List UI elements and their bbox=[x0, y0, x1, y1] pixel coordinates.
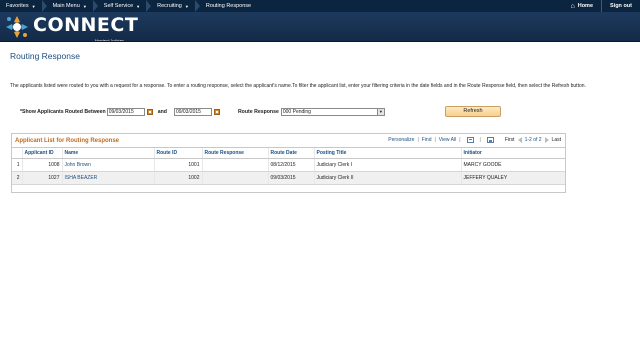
last-label[interactable]: Last bbox=[552, 137, 561, 143]
download-grid-icon[interactable] bbox=[486, 137, 494, 143]
connect-logo-icon bbox=[6, 16, 28, 38]
date-to-input[interactable]: 09/03/2015 bbox=[173, 108, 212, 116]
divider: | bbox=[459, 137, 461, 143]
divider: | bbox=[434, 137, 436, 143]
and-label: and bbox=[157, 109, 167, 115]
refresh-button[interactable]: Refresh bbox=[445, 106, 501, 117]
calendar-icon[interactable] bbox=[146, 109, 153, 115]
filter-row: *Show Applicants Routed Between 09/03/20… bbox=[20, 107, 385, 117]
menu-main-menu[interactable]: Main Menu ▼ bbox=[47, 0, 93, 12]
name-cell: John Brown bbox=[61, 158, 154, 172]
view-all-link[interactable]: View All bbox=[439, 137, 456, 143]
calendar-icon[interactable] bbox=[213, 109, 220, 115]
grid-navigation: Personalize | Find | View All | | First … bbox=[388, 137, 561, 143]
divider: | bbox=[417, 137, 419, 143]
route-response-cell bbox=[201, 171, 268, 185]
divider: | bbox=[479, 137, 481, 143]
menu-self-service[interactable]: Self Service ▼ bbox=[98, 0, 146, 12]
caret-down-icon: ▼ bbox=[82, 3, 87, 9]
find-link[interactable]: Find bbox=[422, 137, 432, 143]
breadcrumb-routing-response[interactable]: Routing Response bbox=[200, 0, 257, 12]
home-label: Home bbox=[577, 3, 593, 9]
header-applicant-id[interactable]: Applicant ID bbox=[21, 148, 62, 159]
brand-banner: CONNECT Maryland Judiciary bbox=[0, 12, 640, 43]
banner-divider bbox=[0, 41, 640, 42]
table-row: 1 1008 John Brown 1001 08/12/2015 Judici… bbox=[12, 158, 565, 172]
caret-down-icon: ▼ bbox=[184, 3, 189, 9]
personalize-link[interactable]: Personalize bbox=[388, 137, 414, 143]
page-title: Routing Response bbox=[10, 51, 80, 61]
initiator-cell: MARCY GOODE bbox=[460, 158, 565, 172]
route-response-value: 000 Pending bbox=[282, 109, 311, 115]
menu-self-service-label: Self Service bbox=[103, 3, 134, 9]
initiator-cell: JEFFERY QUALEY bbox=[460, 171, 565, 185]
zoom-grid-icon[interactable] bbox=[466, 137, 474, 143]
date-from-input[interactable]: 09/03/2015 bbox=[106, 108, 145, 116]
caret-down-icon: ▼ bbox=[31, 3, 36, 9]
home-icon: ⌂ bbox=[570, 2, 575, 10]
row-number-header bbox=[12, 148, 22, 159]
menu-favorites[interactable]: Favorites ▼ bbox=[0, 0, 42, 12]
route-date-cell: 09/03/2015 bbox=[267, 171, 314, 185]
menu-main-menu-label: Main Menu bbox=[52, 3, 80, 9]
table-header-row: Applicant ID Name Route ID Route Respons… bbox=[12, 148, 565, 159]
route-id-cell: 1002 bbox=[153, 171, 202, 185]
dropdown-arrow-icon[interactable]: ▼ bbox=[376, 109, 384, 115]
routed-between-label: *Show Applicants Routed Between bbox=[20, 109, 106, 115]
row-number: 1 bbox=[12, 158, 22, 172]
brand-name: CONNECT bbox=[33, 14, 139, 36]
name-cell: ISHA BEAZER bbox=[61, 171, 154, 185]
first-label[interactable]: First bbox=[505, 137, 515, 143]
posting-title-cell: Judiciary Clerk II bbox=[313, 171, 461, 185]
route-response-select[interactable]: 000 Pending ▼ bbox=[280, 108, 385, 116]
header-initiator[interactable]: Initiator bbox=[460, 148, 565, 159]
grid-title: Applicant List for Routing Response bbox=[15, 137, 120, 144]
applicant-id-cell: 1008 bbox=[21, 158, 62, 172]
caret-down-icon: ▼ bbox=[136, 3, 141, 9]
posting-title-cell: Judiciary Clerk I bbox=[313, 158, 461, 172]
header-name[interactable]: Name bbox=[61, 148, 154, 159]
route-id-cell: 1001 bbox=[153, 158, 202, 172]
header-posting-title[interactable]: Posting Title bbox=[313, 148, 461, 159]
applicant-grid: Applicant List for Routing Response Pers… bbox=[11, 133, 566, 193]
sign-out-link[interactable]: Sign out bbox=[601, 0, 640, 12]
applicant-name-link[interactable]: John Brown bbox=[65, 162, 91, 168]
menu-favorites-label: Favorites bbox=[6, 3, 29, 9]
arrow-right-icon[interactable] bbox=[544, 137, 549, 143]
menu-recruiting-label: Recruiting bbox=[157, 3, 182, 9]
top-nav-bar: Favorites ▼ Main Menu ▼ Self Service ▼ R… bbox=[0, 0, 640, 12]
applicant-name-link[interactable]: ISHA BEAZER bbox=[65, 175, 98, 181]
header-route-id[interactable]: Route ID bbox=[153, 148, 202, 159]
applicant-id-cell: 1027 bbox=[21, 171, 62, 185]
row-number: 2 bbox=[12, 171, 22, 185]
menu-recruiting[interactable]: Recruiting ▼ bbox=[151, 0, 195, 12]
home-link[interactable]: ⌂ Home bbox=[562, 3, 601, 10]
row-range: 1-2 of 2 bbox=[524, 137, 542, 143]
route-response-label: Route Response bbox=[237, 109, 279, 115]
route-date-cell: 08/12/2015 bbox=[267, 158, 314, 172]
instructions-text: The applicants listed were routed to you… bbox=[10, 83, 586, 89]
route-response-cell bbox=[201, 158, 268, 172]
applicant-table: Applicant ID Name Route ID Route Respons… bbox=[12, 148, 565, 185]
header-route-date[interactable]: Route Date bbox=[267, 148, 314, 159]
table-row: 2 1027 ISHA BEAZER 1002 09/03/2015 Judic… bbox=[12, 171, 565, 185]
header-route-response[interactable]: Route Response bbox=[201, 148, 268, 159]
arrow-left-icon[interactable] bbox=[517, 137, 522, 143]
